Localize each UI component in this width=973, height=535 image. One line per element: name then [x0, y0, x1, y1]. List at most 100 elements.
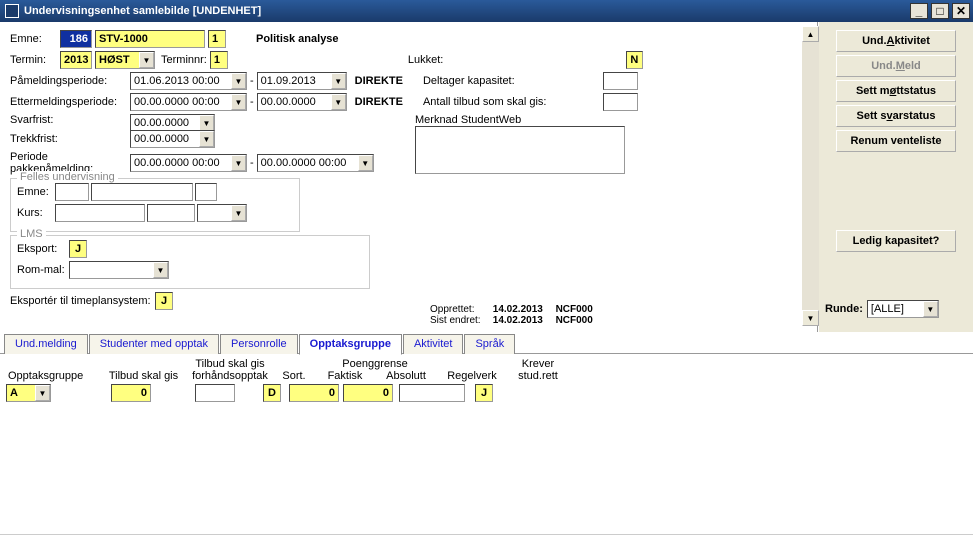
emne-label: Emne:: [10, 33, 60, 45]
lukket-input[interactable]: [626, 51, 643, 69]
gh-opptaksgruppe: Opptaksgruppe: [6, 370, 101, 382]
scroll-down-icon[interactable]: ▼: [802, 310, 819, 326]
chevron-down-icon[interactable]: ▼: [331, 73, 346, 89]
pakke-from[interactable]: 00.00.0000 00:00 ▼: [130, 154, 247, 172]
row-studrett[interactable]: [475, 384, 493, 402]
gh-tilbud: Tilbud skal gis: [101, 370, 186, 382]
und-aktivitet-button[interactable]: Und.Aktivitet: [836, 30, 956, 52]
chevron-down-icon[interactable]: ▼: [153, 262, 168, 278]
felles-legend: Felles undervisning: [17, 171, 118, 183]
left-scrollbar[interactable]: ▲ ▼: [802, 26, 819, 326]
termin-sem-select[interactable]: HØST ▼: [95, 51, 155, 69]
felles-kurs2[interactable]: [147, 204, 195, 222]
window-title: Undervisningsenhet samlebilde [UNDENHET]: [24, 5, 910, 17]
merknad-textarea[interactable]: [415, 126, 625, 174]
trekk-date[interactable]: 00.00.0000 ▼: [130, 130, 215, 148]
chevron-down-icon[interactable]: ▼: [331, 94, 346, 110]
row-opptaksgruppe[interactable]: A ▼: [6, 384, 51, 402]
sistendret-label: Sist endret:: [430, 315, 490, 326]
opprettet-date: 14.02.2013: [493, 304, 553, 315]
lms-rommal-select[interactable]: ▼: [69, 261, 169, 279]
pakke-to[interactable]: 00.00.0000 00:00 ▼: [257, 154, 374, 172]
etter-from[interactable]: 00.00.0000 00:00 ▼: [130, 93, 247, 111]
tab-opptaksgruppe[interactable]: Opptaksgruppe: [299, 334, 402, 355]
tab-studenter[interactable]: Studenter med opptak: [89, 334, 219, 354]
termin-label: Termin:: [10, 54, 60, 66]
chevron-down-icon[interactable]: ▼: [923, 301, 938, 317]
sett-svarstatus-button[interactable]: Sett svarstatus: [836, 105, 956, 127]
chevron-down-icon[interactable]: ▼: [139, 52, 154, 68]
gh-poenggrense: Poenggrense: [314, 358, 436, 370]
sistendret-user: NCF000: [556, 315, 593, 326]
ledig-kapasitet-button[interactable]: Ledig kapasitet?: [836, 230, 956, 252]
emne-num-input[interactable]: [208, 30, 226, 48]
row-faktisk[interactable]: [289, 384, 339, 402]
felles-kurs-label: Kurs:: [17, 207, 55, 219]
row-tilbud[interactable]: [111, 384, 151, 402]
renum-venteliste-button[interactable]: Renum venteliste: [836, 130, 956, 152]
chevron-down-icon[interactable]: ▼: [358, 155, 373, 171]
termin-year-input[interactable]: [60, 51, 92, 69]
gh-faktisk: Faktisk: [314, 370, 376, 382]
gh-studrett: Kreverstud.rett: [508, 358, 568, 382]
felles-emne1[interactable]: [55, 183, 89, 201]
lms-legend: LMS: [17, 228, 46, 240]
merknad-label: Merknad StudentWeb: [415, 114, 521, 126]
chevron-down-icon[interactable]: ▼: [231, 205, 246, 221]
sett-mottstatus-button[interactable]: Sett møttstatus: [836, 80, 956, 102]
eksporter-input[interactable]: [155, 292, 173, 310]
opprettet-label: Opprettet:: [430, 304, 490, 315]
scroll-up-icon[interactable]: ▲: [802, 26, 819, 42]
und-meld-button[interactable]: Und.Meld: [836, 55, 956, 77]
tab-aktivitet[interactable]: Aktivitet: [403, 334, 464, 354]
pamelding-from[interactable]: 01.06.2013 00:00 ▼: [130, 72, 247, 90]
felles-emne-label: Emne:: [17, 186, 55, 198]
row-sort[interactable]: [263, 384, 281, 402]
row-regelverk[interactable]: [399, 384, 465, 402]
minimize-button[interactable]: _: [910, 3, 928, 19]
felles-kurs3[interactable]: ▼: [197, 204, 247, 222]
terminnr-label: Terminnr:: [161, 54, 207, 66]
lms-rommal-label: Rom-mal:: [17, 264, 69, 276]
chevron-down-icon[interactable]: ▼: [199, 131, 214, 147]
chevron-down-icon[interactable]: ▼: [35, 385, 50, 401]
close-button[interactable]: ✕: [952, 3, 970, 19]
trekk-label: Trekkfrist:: [10, 133, 130, 145]
felles-emne2[interactable]: [91, 183, 193, 201]
etter-to[interactable]: 00.00.0000 ▼: [257, 93, 347, 111]
tab-sprak[interactable]: Språk: [464, 334, 515, 354]
etter-label: Ettermeldingsperiode:: [10, 96, 130, 108]
antall-input[interactable]: [603, 93, 638, 111]
tab-personrolle[interactable]: Personrolle: [220, 334, 298, 354]
terminnr-input[interactable]: [210, 51, 228, 69]
deltager-label: Deltager kapasitet:: [423, 75, 573, 87]
emne-code-input[interactable]: [60, 30, 92, 48]
emne-kurs-input[interactable]: [95, 30, 205, 48]
pamelding-label: Påmeldingsperiode:: [10, 75, 130, 87]
gh-regelverk: Regelverk: [436, 370, 508, 382]
maximize-button[interactable]: □: [931, 3, 949, 19]
chevron-down-icon[interactable]: ▼: [231, 94, 246, 110]
lukket-label: Lukket:: [408, 54, 478, 66]
runde-select[interactable]: [ALLE] ▼: [867, 300, 939, 318]
emne-title: Politisk analyse: [256, 33, 339, 45]
tab-und-melding[interactable]: Und.melding: [4, 334, 88, 354]
runde-label: Runde:: [825, 303, 863, 315]
row-absolutt[interactable]: [343, 384, 393, 402]
felles-emne3[interactable]: [195, 183, 217, 201]
gh-forhand: Tilbud skal gisforhåndsopptak: [186, 358, 274, 382]
opprettet-user: NCF000: [556, 304, 593, 315]
gh-absolutt: Absolutt: [376, 370, 436, 382]
pamelding-to[interactable]: 01.09.2013 ▼: [257, 72, 347, 90]
felles-kurs1[interactable]: [55, 204, 145, 222]
eksporter-label: Eksportér til timeplansystem:: [10, 295, 155, 307]
lms-eksport-input[interactable]: [69, 240, 87, 258]
row-forhand[interactable]: [195, 384, 235, 402]
pamelding-type: DIREKTE: [355, 75, 403, 87]
lms-eksport-label: Eksport:: [17, 243, 69, 255]
deltager-input[interactable]: [603, 72, 638, 90]
chevron-down-icon[interactable]: ▼: [199, 115, 214, 131]
chevron-down-icon[interactable]: ▼: [231, 155, 246, 171]
chevron-down-icon[interactable]: ▼: [231, 73, 246, 89]
table-row: A ▼: [6, 384, 967, 402]
